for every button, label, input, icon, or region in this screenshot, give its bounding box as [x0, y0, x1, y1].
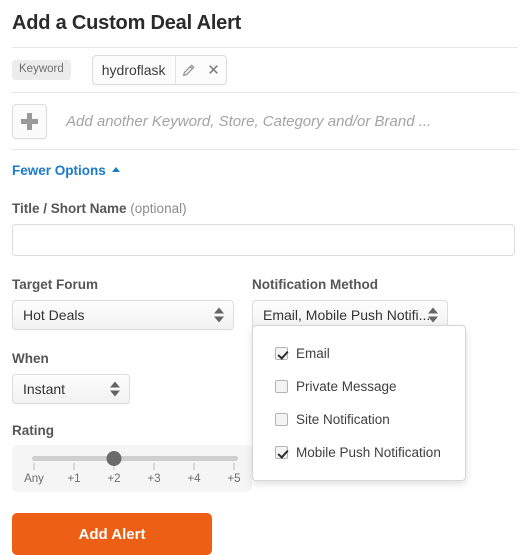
- dropdown-option-private-message[interactable]: Private Message: [253, 370, 465, 403]
- dropdown-option-label: Private Message: [296, 379, 397, 394]
- title-field-block: Title / Short Name (optional): [12, 201, 518, 256]
- notification-method-label: Notification Method: [252, 277, 378, 292]
- spinner-arrows-icon: [428, 307, 439, 324]
- dropdown-option-label: Mobile Push Notification: [296, 445, 441, 460]
- rating-tick: [153, 463, 155, 470]
- keyword-chip-label: hydroflask: [101, 62, 166, 78]
- fewer-options-label: Fewer Options: [12, 163, 106, 178]
- rating-tick-label: +4: [187, 473, 201, 485]
- pencil-icon[interactable]: [174, 56, 202, 84]
- add-entity-placeholder[interactable]: Add another Keyword, Store, Category and…: [66, 113, 431, 130]
- rating-tick-label: +3: [147, 473, 161, 485]
- dropdown-option-site-notification[interactable]: Site Notification: [253, 403, 465, 436]
- dropdown-option-label: Site Notification: [296, 412, 390, 427]
- rating-tick: [73, 463, 75, 470]
- keyword-type-badge: Keyword: [12, 60, 71, 80]
- checkbox-site-notification[interactable]: [275, 413, 288, 426]
- rating-tick: [233, 463, 235, 470]
- rating-tick-label: Any: [24, 473, 44, 485]
- fewer-options-toggle[interactable]: Fewer Options: [12, 163, 120, 178]
- divider-add: [12, 149, 518, 150]
- spinner-arrows-icon: [110, 381, 121, 398]
- rating-slider-ticks: [12, 463, 252, 471]
- rating-slider-handle[interactable]: [106, 451, 122, 466]
- dropdown-option-email[interactable]: Email: [253, 337, 465, 370]
- add-another-row: Add another Keyword, Store, Category and…: [12, 93, 518, 149]
- spinner-arrows-icon: [214, 307, 225, 324]
- dropdown-option-mobile-push-notification[interactable]: Mobile Push Notification: [253, 436, 465, 469]
- checkbox-private-message[interactable]: [275, 380, 288, 393]
- custom-deal-alert-form: Add a Custom Deal Alert Keyword hydrofla…: [0, 0, 530, 555]
- target-forum-select[interactable]: Hot Deals: [12, 300, 234, 330]
- rating-tick: [193, 463, 195, 470]
- title-field-label-text: Title / Short Name: [12, 201, 127, 216]
- keyword-row: Keyword hydroflask ✕: [12, 48, 518, 92]
- notification-method-block: Notification Method Email, Mobile Push N…: [252, 277, 492, 481]
- add-alert-button[interactable]: Add Alert: [12, 513, 212, 555]
- close-icon[interactable]: ✕: [202, 56, 226, 84]
- when-select[interactable]: Instant: [12, 374, 130, 404]
- dropdown-option-label: Email: [296, 346, 330, 361]
- title-short-name-input[interactable]: [12, 224, 515, 256]
- rating-slider[interactable]: Any +1 +2 +3 +4 +5: [12, 445, 252, 492]
- rating-slider-tick-labels: Any +1 +2 +3 +4 +5: [12, 473, 252, 487]
- plus-icon: [21, 112, 38, 130]
- chevron-up-icon: [111, 167, 120, 172]
- target-forum-label: Target Forum: [12, 277, 99, 292]
- add-entity-button[interactable]: [12, 103, 47, 139]
- checkbox-email[interactable]: [275, 347, 288, 360]
- rating-slider-track[interactable]: [32, 456, 238, 461]
- rating-tick: [33, 463, 35, 470]
- target-forum-value: Hot Deals: [23, 307, 85, 323]
- when-value: Instant: [23, 381, 66, 397]
- notification-method-value: Email, Mobile Push Notifi...: [263, 307, 431, 323]
- keyword-chip[interactable]: hydroflask ✕: [91, 55, 227, 85]
- rating-tick-label: +2: [107, 473, 121, 485]
- forum-notification-row: Target Forum Hot Deals Notification Meth…: [12, 277, 518, 481]
- title-field-optional-note: (optional): [130, 201, 187, 216]
- notification-method-dropdown[interactable]: Email Private Message Site Notification …: [252, 325, 466, 481]
- checkbox-mobile-push-notification[interactable]: [275, 446, 288, 459]
- rating-tick-label: +5: [227, 473, 241, 485]
- title-field-label: Title / Short Name (optional): [12, 201, 518, 216]
- rating-tick-label: +1: [67, 473, 81, 485]
- target-forum-block: Target Forum Hot Deals: [12, 277, 252, 330]
- page-title: Add a Custom Deal Alert: [12, 12, 242, 34]
